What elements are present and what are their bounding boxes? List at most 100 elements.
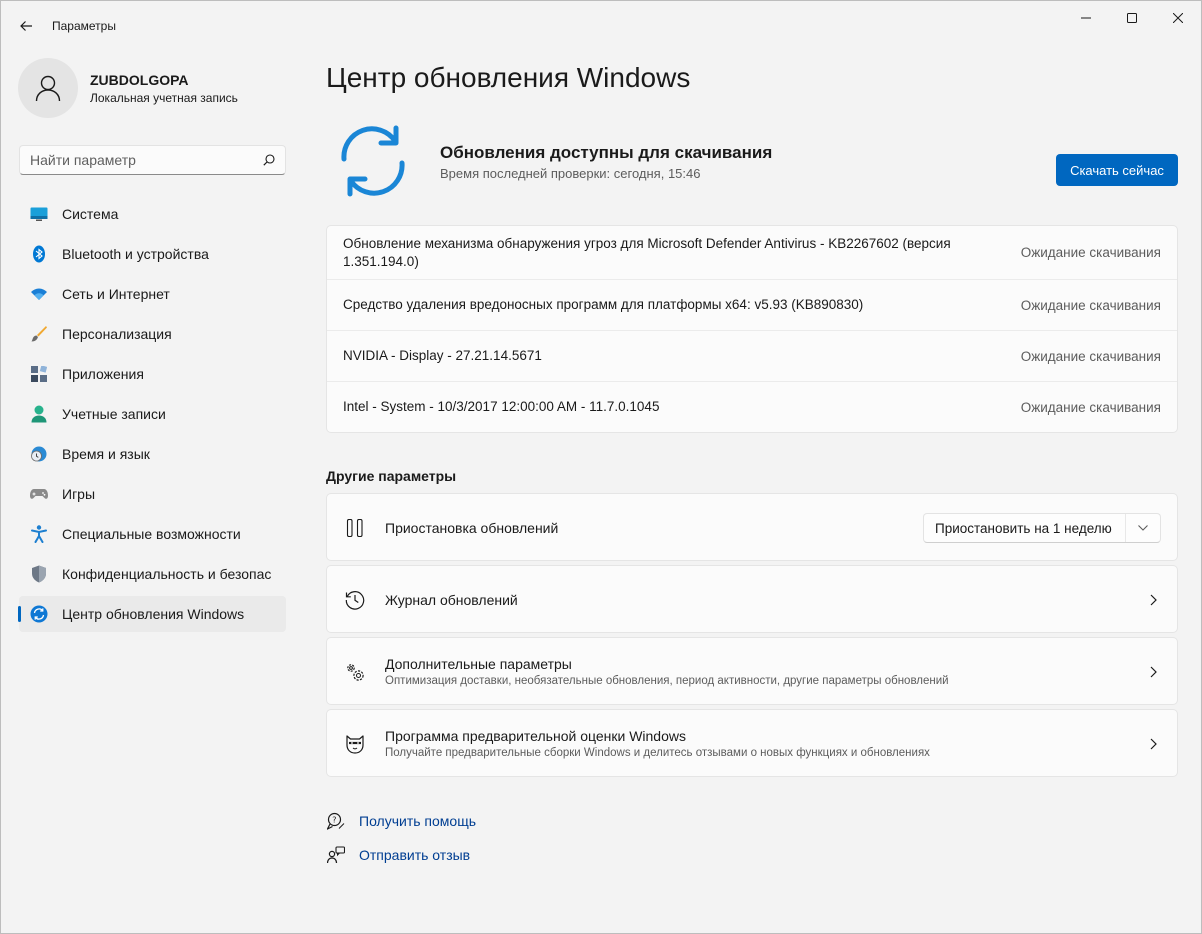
status-title: Обновления доступны для скачивания bbox=[440, 143, 773, 162]
shield-icon bbox=[29, 564, 49, 584]
update-status: Ожидание скачивания bbox=[1020, 348, 1161, 364]
chevron-right-icon bbox=[1147, 594, 1159, 606]
wifi-icon bbox=[29, 284, 49, 304]
minimize-icon bbox=[1081, 17, 1091, 19]
update-name: Обновление механизма обнаружения угроз д… bbox=[343, 235, 951, 269]
profile-name: ZUBDOLGOPA bbox=[90, 71, 189, 88]
title-bar: Параметры bbox=[1, 1, 1201, 49]
accessibility-icon bbox=[29, 524, 49, 544]
sidebar-item-label: Время и язык bbox=[62, 446, 150, 462]
pending-updates-list: Обновление механизма обнаружения угроз д… bbox=[326, 225, 1178, 433]
update-status: Ожидание скачивания bbox=[1020, 245, 1161, 260]
sidebar-item-label: Специальные возможности bbox=[62, 526, 241, 542]
user-icon bbox=[35, 75, 61, 102]
sidebar-item-privacy[interactable]: Конфиденциальность и безопасность bbox=[19, 556, 286, 592]
sidebar-nav: Система Bluetooth и устройства Сеть и Ин… bbox=[18, 196, 286, 636]
sidebar-item-label: Персонализация bbox=[62, 326, 172, 342]
advanced-options-card[interactable]: Дополнительные параметры Оптимизация дос… bbox=[326, 637, 1178, 705]
accounts-icon bbox=[29, 404, 49, 424]
pause-updates-card: Приостановка обновлений Приостановить на… bbox=[326, 493, 1178, 561]
sidebar-item-accessibility[interactable]: Специальные возможности bbox=[19, 516, 286, 552]
search-input[interactable] bbox=[30, 152, 263, 168]
update-status: Ожидание скачивания bbox=[1020, 297, 1161, 313]
sidebar-item-gaming[interactable]: Игры bbox=[19, 476, 286, 512]
settings-window: Параметры ZUBDOLGOPA Локальная учетная з… bbox=[0, 0, 1202, 934]
user-profile[interactable]: ZUBDOLGOPA Локальная учетная запись bbox=[18, 58, 238, 118]
apps-icon bbox=[29, 364, 49, 384]
help-icon: ? bbox=[326, 811, 346, 831]
download-now-button[interactable]: Скачать сейчас bbox=[1056, 154, 1178, 186]
update-history-title: Журнал обновлений bbox=[385, 592, 518, 608]
sidebar-item-windows-update[interactable]: Центр обновления Windows bbox=[18, 596, 286, 632]
avatar bbox=[18, 58, 78, 118]
sidebar: ZUBDOLGOPA Локальная учетная запись Сист… bbox=[1, 49, 301, 933]
windows-insider-card[interactable]: Программа предварительной оценки Windows… bbox=[326, 709, 1178, 777]
gears-icon bbox=[343, 660, 367, 684]
update-item: NVIDIA - Display - 27.21.14.5671 Ожидани… bbox=[327, 331, 1177, 382]
sidebar-item-network[interactable]: Сеть и Интернет bbox=[19, 276, 286, 312]
advanced-options-subtitle: Оптимизация доставки, необязательные обн… bbox=[385, 675, 949, 687]
sidebar-item-label: Bluetooth и устройства bbox=[62, 246, 209, 262]
sidebar-item-label: Конфиденциальность и безопасность bbox=[62, 566, 272, 582]
update-status-panel: Обновления доступны для скачивания Время… bbox=[326, 123, 1178, 199]
windows-update-icon bbox=[29, 604, 49, 624]
bluetooth-icon bbox=[29, 244, 49, 264]
back-arrow-icon bbox=[20, 21, 32, 31]
update-name: Intel - System - 10/3/2017 12:00:00 AM -… bbox=[343, 399, 660, 414]
account-type: Локальная учетная запись bbox=[90, 90, 238, 105]
back-button[interactable] bbox=[13, 13, 39, 39]
window-controls bbox=[1063, 1, 1201, 35]
sidebar-item-label: Игры bbox=[62, 486, 96, 502]
pause-duration-dropdown[interactable]: Приостановить на 1 неделю bbox=[923, 513, 1161, 543]
close-button[interactable] bbox=[1155, 1, 1201, 35]
sidebar-item-label: Учетные записи bbox=[62, 406, 166, 422]
update-item: Обновление механизма обнаружения угроз д… bbox=[327, 226, 1177, 280]
get-help-link[interactable]: ? Получить помощь bbox=[326, 811, 476, 831]
sidebar-item-bluetooth[interactable]: Bluetooth и устройства bbox=[19, 236, 286, 272]
pause-updates-title: Приостановка обновлений bbox=[385, 520, 559, 536]
update-status: Ожидание скачивания bbox=[1020, 399, 1161, 415]
update-item: Intel - System - 10/3/2017 12:00:00 AM -… bbox=[327, 382, 1177, 432]
pause-duration-value: Приостановить на 1 неделю bbox=[935, 520, 1112, 536]
update-history-card[interactable]: Журнал обновлений bbox=[326, 565, 1178, 633]
minimize-button[interactable] bbox=[1063, 1, 1109, 35]
send-feedback-label[interactable]: Отправить отзыв bbox=[359, 847, 470, 863]
insider-program-title: Программа предварительной оценки Windows bbox=[385, 728, 686, 744]
insider-ninja-cat-icon bbox=[343, 732, 367, 756]
update-item: Средство удаления вредоносных программ д… bbox=[327, 280, 1177, 331]
pause-icon bbox=[343, 516, 367, 540]
main-content: Центр обновления Windows Обновления дост… bbox=[326, 49, 1178, 933]
sidebar-item-personalization[interactable]: Персонализация bbox=[19, 316, 286, 352]
insider-program-subtitle: Получайте предварительные сборки Windows… bbox=[385, 747, 930, 759]
close-icon bbox=[1173, 13, 1183, 23]
sidebar-item-system[interactable]: Система bbox=[19, 196, 286, 232]
system-icon bbox=[29, 204, 49, 224]
chevron-down-icon[interactable] bbox=[1126, 525, 1160, 531]
search-icon[interactable] bbox=[263, 154, 275, 166]
page-title: Центр обновления Windows bbox=[326, 62, 691, 93]
sync-icon bbox=[335, 123, 411, 199]
sidebar-item-label: Приложения bbox=[62, 366, 144, 382]
send-feedback-link[interactable]: Отправить отзыв bbox=[326, 845, 470, 865]
update-name: NVIDIA - Display - 27.21.14.5671 bbox=[343, 348, 542, 363]
other-options-heading: Другие параметры bbox=[326, 468, 457, 484]
advanced-options-title: Дополнительные параметры bbox=[385, 656, 572, 672]
sidebar-item-time-language[interactable]: Время и язык bbox=[19, 436, 286, 472]
sidebar-item-accounts[interactable]: Учетные записи bbox=[19, 396, 286, 432]
search-box[interactable] bbox=[19, 145, 286, 175]
sidebar-item-apps[interactable]: Приложения bbox=[19, 356, 286, 392]
app-title: Параметры bbox=[52, 19, 116, 33]
history-icon bbox=[343, 588, 367, 612]
last-check-time: Время последней проверки: сегодня, 15:46 bbox=[440, 166, 701, 181]
gamepad-icon bbox=[29, 484, 49, 504]
chevron-right-icon bbox=[1147, 666, 1159, 678]
brush-icon bbox=[29, 324, 49, 344]
feedback-icon bbox=[326, 845, 346, 865]
maximize-button[interactable] bbox=[1109, 1, 1155, 35]
sidebar-item-label: Система bbox=[62, 206, 119, 222]
time-language-icon bbox=[29, 444, 49, 464]
svg-text:?: ? bbox=[332, 815, 336, 824]
update-name: Средство удаления вредоносных программ д… bbox=[343, 297, 864, 312]
chevron-right-icon bbox=[1147, 738, 1159, 750]
get-help-label[interactable]: Получить помощь bbox=[359, 813, 476, 829]
